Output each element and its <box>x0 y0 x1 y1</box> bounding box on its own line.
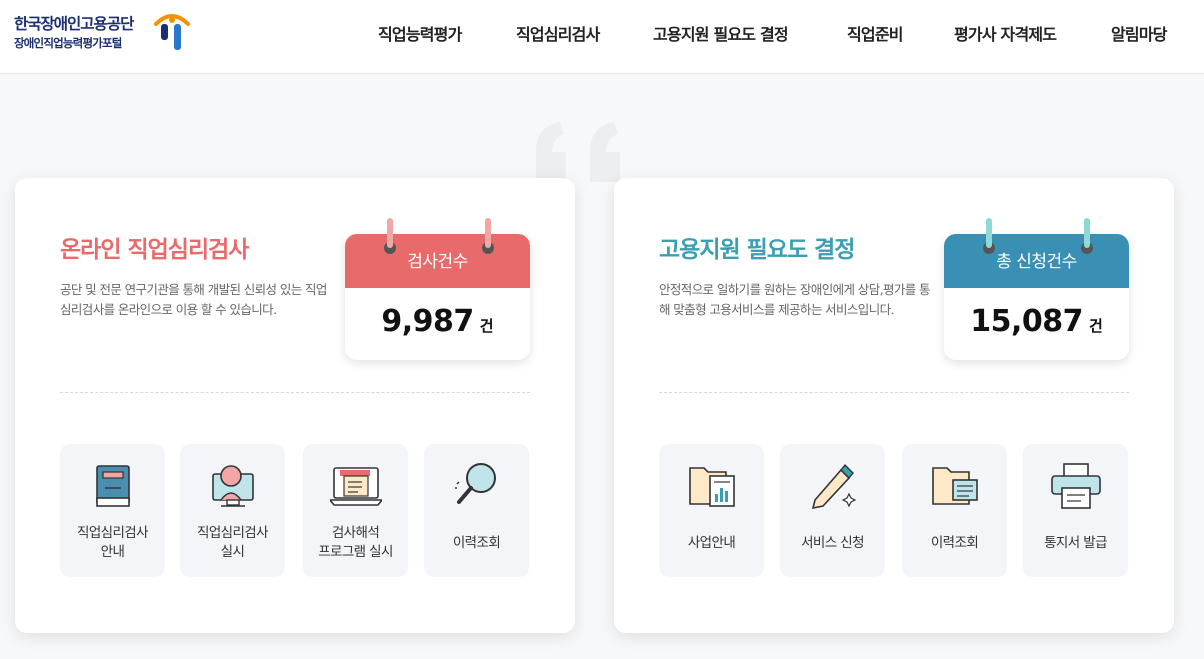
card-title: 온라인 직업심리검사 <box>60 237 249 263</box>
nav-employment-support[interactable]: 고용지원 필요도 결정 <box>653 21 789 45</box>
nav-evaluator-license[interactable]: 평가사 자격제도 <box>954 21 1057 45</box>
tile-label: 사업안내 <box>687 535 736 551</box>
nav-notice[interactable]: 알림마당 <box>1111 21 1167 45</box>
site-logo[interactable]: 한국장애인고용공단 장애인직업능력평가포털 <box>14 10 194 58</box>
calendar-ring <box>387 218 393 248</box>
calendar-value: 9,987 건 <box>345 288 530 360</box>
folder-chart-icon <box>689 467 735 507</box>
tile-business-guide[interactable]: 사업안내 <box>659 444 764 577</box>
logo-subtitle: 장애인직업능력평가포털 <box>14 36 122 50</box>
folder-list-icon <box>932 467 978 505</box>
pencil-icon <box>811 463 857 510</box>
book-icon <box>96 465 130 507</box>
tile-label: 통지서 발급 <box>1044 535 1107 551</box>
tile-label: 이력조회 <box>452 535 501 551</box>
application-count-calendar: 총 신청건수 15,087 건 <box>944 218 1129 360</box>
nav-job-ability-eval[interactable]: 직업능력평가 <box>378 21 462 45</box>
tile-notice-issue[interactable]: 통지서 발급 <box>1023 444 1128 577</box>
tile-label: 이력조회 <box>930 535 979 551</box>
test-count-calendar: 검사건수 9,987 건 <box>345 218 530 360</box>
calendar-ring <box>986 218 992 248</box>
logo-mark-icon <box>154 14 190 50</box>
divider <box>659 392 1129 393</box>
tile-label: 서비스 신청 <box>801 535 864 551</box>
tile-test-take[interactable]: 직업심리검사 실시 <box>180 444 285 577</box>
tile-service-apply[interactable]: 서비스 신청 <box>780 444 885 577</box>
tile-history-lookup[interactable]: 이력조회 <box>424 444 529 577</box>
online-psych-test-card: 온라인 직업심리검사 공단 및 전문 연구기관을 통해 개발된 신뢰성 있는 직… <box>15 178 575 633</box>
count-unit: 건 <box>1088 317 1103 335</box>
site-header: 한국장애인고용공단 장애인직업능력평가포털 직업능력평가 직업심리검사 고용지원… <box>0 0 1204 74</box>
employment-support-card: 고용지원 필요도 결정 안정적으로 일하기를 원하는 장애인에게 상담,평가를 … <box>614 178 1174 633</box>
tile-history-lookup[interactable]: 이력조회 <box>902 444 1007 577</box>
calendar-ring <box>1084 218 1090 248</box>
tile-label: 직업심리검사 안내 <box>77 525 149 560</box>
laptop-report-icon <box>330 467 382 506</box>
printer-icon <box>1051 463 1101 509</box>
nav-job-psych-test[interactable]: 직업심리검사 <box>516 21 600 45</box>
divider <box>60 392 530 393</box>
calendar-ring <box>485 218 491 248</box>
tile-test-guide[interactable]: 직업심리검사 안내 <box>60 444 165 577</box>
count-unit: 건 <box>479 317 494 335</box>
logo-title: 한국장애인고용공단 <box>14 15 134 33</box>
calendar-label: 검사건수 <box>345 234 530 288</box>
application-count-number: 15,087 <box>970 304 1083 339</box>
magnifier-icon <box>455 463 496 504</box>
card-description: 안정적으로 일하기를 원하는 장애인에게 상담,평가를 통해 맞춤형 고용서비스… <box>659 282 931 317</box>
monitor-person-icon <box>212 465 254 507</box>
tile-interpretation-program[interactable]: 검사해석 프로그램 실시 <box>303 444 408 577</box>
card-title: 고용지원 필요도 결정 <box>659 237 855 263</box>
calendar-label: 총 신청건수 <box>944 234 1129 288</box>
test-count-number: 9,987 <box>381 304 474 339</box>
calendar-value: 15,087 건 <box>944 288 1129 360</box>
tile-label: 검사해석 프로그램 실시 <box>318 525 393 560</box>
nav-job-prep[interactable]: 직업준비 <box>847 21 903 45</box>
card-description: 공단 및 전문 연구기관을 통해 개발된 신뢰성 있는 직업심리검사를 온라인으… <box>60 282 327 317</box>
tile-label: 직업심리검사 실시 <box>197 525 269 560</box>
